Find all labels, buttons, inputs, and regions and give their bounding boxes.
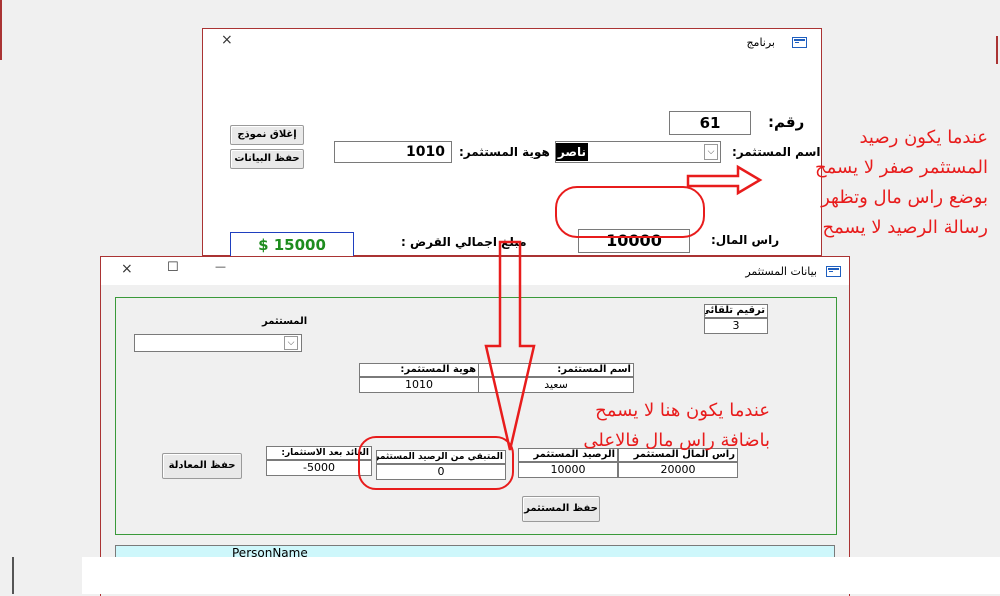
annotation-arrows — [484, 164, 763, 451]
right-arrow-icon — [686, 164, 763, 196]
down-arrow-icon — [484, 240, 536, 451]
